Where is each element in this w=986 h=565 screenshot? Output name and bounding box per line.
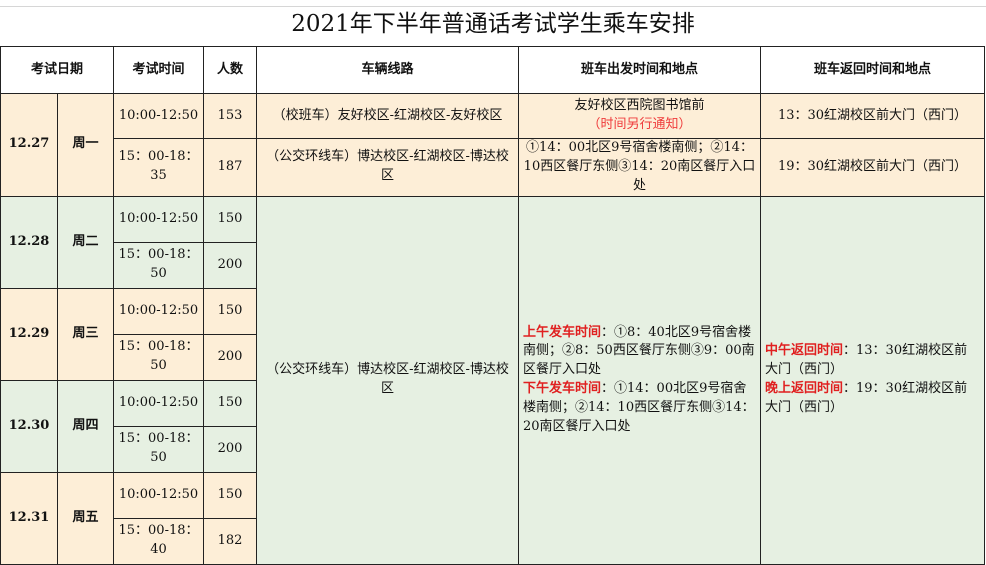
count-cell: 150: [203, 287, 257, 335]
time-cell: 10:00-12:50: [113, 93, 204, 139]
time-cell: 10:00-12:50: [113, 379, 204, 427]
count-cell: 150: [203, 195, 257, 243]
count-cell: 200: [203, 241, 257, 289]
time-cell: 15：00-18：35: [113, 138, 204, 197]
afternoon-label: 下午发车时间: [523, 381, 602, 397]
departure-cell: 友好校区西院图书馆前 （时间另行通知）: [518, 93, 761, 139]
date-cell: 12.28: [0, 195, 58, 289]
weekday-cell: 周三: [57, 287, 114, 381]
route-cell: （校班车）友好校区-红湖校区-友好校区: [256, 93, 519, 139]
table-row: 12.27 周一 10:00-12:50 153 （校班车）友好校区-红湖校区-…: [0, 93, 985, 197]
schedule-table: 考试日期 考试时间 人数 车辆线路 班车出发时间和地点 班车返回时间和地点 12…: [0, 46, 985, 565]
count-cell: 182: [203, 517, 257, 565]
table-row: 15：00-18：35 187 （公交环线车）博达校区-红湖校区-博达校区 ①1…: [0, 138, 985, 197]
date-cell: 12.31: [0, 471, 58, 565]
departure-place: 友好校区西院图书馆前: [574, 98, 705, 114]
page-title: 2021年下半年普通话考试学生乘车安排: [291, 11, 695, 37]
return-cell: 19：30红湖校区前大门（西门）: [760, 138, 985, 197]
weekday-cell: 周二: [57, 195, 114, 289]
evening-return-label: 晚上返回时间: [765, 381, 844, 397]
time-cell: 15：00-18：40: [113, 517, 204, 565]
header-departure: 班车出发时间和地点: [518, 46, 761, 94]
count-cell: 200: [203, 333, 257, 381]
date-cell: 12.30: [0, 379, 58, 473]
departure-note: （时间另行通知）: [587, 117, 692, 132]
time-cell: 10:00-12:50: [113, 471, 204, 519]
date-cell: 12.27: [0, 93, 58, 197]
count-cell: 200: [203, 425, 257, 473]
table-row: 12.28 周二 10:00-12:50 150 （公交环线车）博达校区-红湖校…: [0, 195, 985, 565]
weekday-cell: 周五: [57, 471, 114, 565]
merged-route-cell: （公交环线车）博达校区-红湖校区-博达校区: [256, 195, 519, 565]
time-cell: 10:00-12:50: [113, 287, 204, 335]
header-date: 考试日期: [0, 46, 114, 94]
route-cell: （公交环线车）博达校区-红湖校区-博达校区: [256, 138, 519, 197]
header-row: 考试日期 考试时间 人数 车辆线路 班车出发时间和地点 班车返回时间和地点: [0, 46, 985, 94]
morning-label: 上午发车时间: [523, 324, 602, 340]
count-cell: 150: [203, 471, 257, 519]
merged-return-cell: 中午返回时间：13：30红湖校区前大门（西门） 晚上返回时间：19：30红湖校区…: [760, 195, 985, 565]
count-cell: 187: [203, 138, 257, 197]
time-cell: 10:00-12:50: [113, 195, 204, 243]
time-cell: 15：00-18：50: [113, 333, 204, 381]
header-return: 班车返回时间和地点: [760, 46, 985, 94]
weekday-cell: 周四: [57, 379, 114, 473]
merged-departure-cell: 上午发车时间：①8：40北区9号宿舍楼南侧；②8：50西区餐厅东侧③9：00南区…: [518, 195, 761, 565]
count-cell: 150: [203, 379, 257, 427]
header-count: 人数: [203, 46, 257, 94]
date-cell: 12.29: [0, 287, 58, 381]
header-time: 考试时间: [113, 46, 204, 94]
header-route: 车辆线路: [256, 46, 519, 94]
time-cell: 15：00-18：50: [113, 241, 204, 289]
noon-return-label: 中午返回时间: [765, 343, 844, 359]
departure-cell: ①14：00北区9号宿舍楼南侧；②14：10西区餐厅东侧③14：20南区餐厅入口…: [518, 138, 761, 197]
weekday-cell: 周一: [57, 93, 114, 197]
return-cell: 13：30红湖校区前大门（西门）: [760, 93, 985, 139]
time-cell: 15：00-18：50: [113, 425, 204, 473]
count-cell: 153: [203, 93, 257, 139]
